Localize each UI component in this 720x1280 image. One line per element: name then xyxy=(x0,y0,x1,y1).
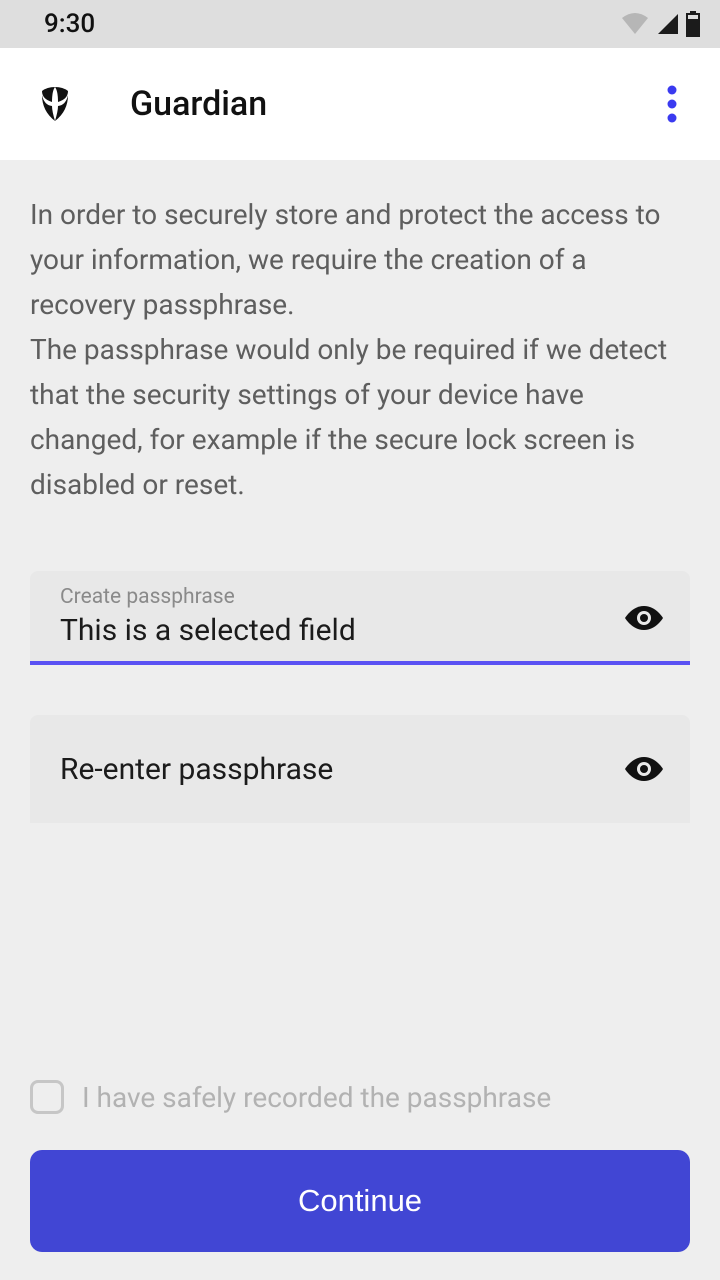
intro-paragraph-2: The passphrase would only be required if… xyxy=(30,333,667,501)
status-bar: 9:30 xyxy=(0,0,720,48)
confirm-row: I have safely recorded the passphrase xyxy=(30,1080,690,1114)
create-passphrase-label: Create passphrase xyxy=(60,585,622,609)
battery-icon xyxy=(686,11,700,37)
confirm-checkbox[interactable] xyxy=(30,1080,64,1114)
wifi-icon xyxy=(620,12,650,36)
create-passphrase-field[interactable]: Create passphrase This is a selected fie… xyxy=(30,571,690,665)
kebab-icon xyxy=(667,84,677,124)
toggle-visibility-button-2[interactable] xyxy=(622,747,666,791)
cell-signal-icon xyxy=(656,12,680,36)
more-options-button[interactable] xyxy=(648,80,696,128)
toggle-visibility-button-1[interactable] xyxy=(622,596,666,640)
confirm-label: I have safely recorded the passphrase xyxy=(82,1081,551,1114)
reenter-passphrase-field[interactable]: Re-enter passphrase xyxy=(30,715,690,823)
eye-icon xyxy=(623,604,665,632)
status-icons xyxy=(620,11,700,37)
eye-icon xyxy=(623,755,665,783)
app-title: Guardian xyxy=(130,84,648,124)
app-bar: Guardian xyxy=(0,48,720,160)
app-logo-icon xyxy=(34,83,76,125)
reenter-passphrase-label: Re-enter passphrase xyxy=(60,752,622,787)
bottom-actions: I have safely recorded the passphrase Co… xyxy=(0,1080,720,1252)
intro-text: In order to securely store and protect t… xyxy=(30,192,690,507)
content-area: In order to securely store and protect t… xyxy=(0,160,720,823)
continue-button[interactable]: Continue xyxy=(30,1150,690,1252)
intro-paragraph-1: In order to securely store and protect t… xyxy=(30,198,660,321)
create-passphrase-value: This is a selected field xyxy=(60,611,622,651)
status-time: 9:30 xyxy=(44,9,95,39)
